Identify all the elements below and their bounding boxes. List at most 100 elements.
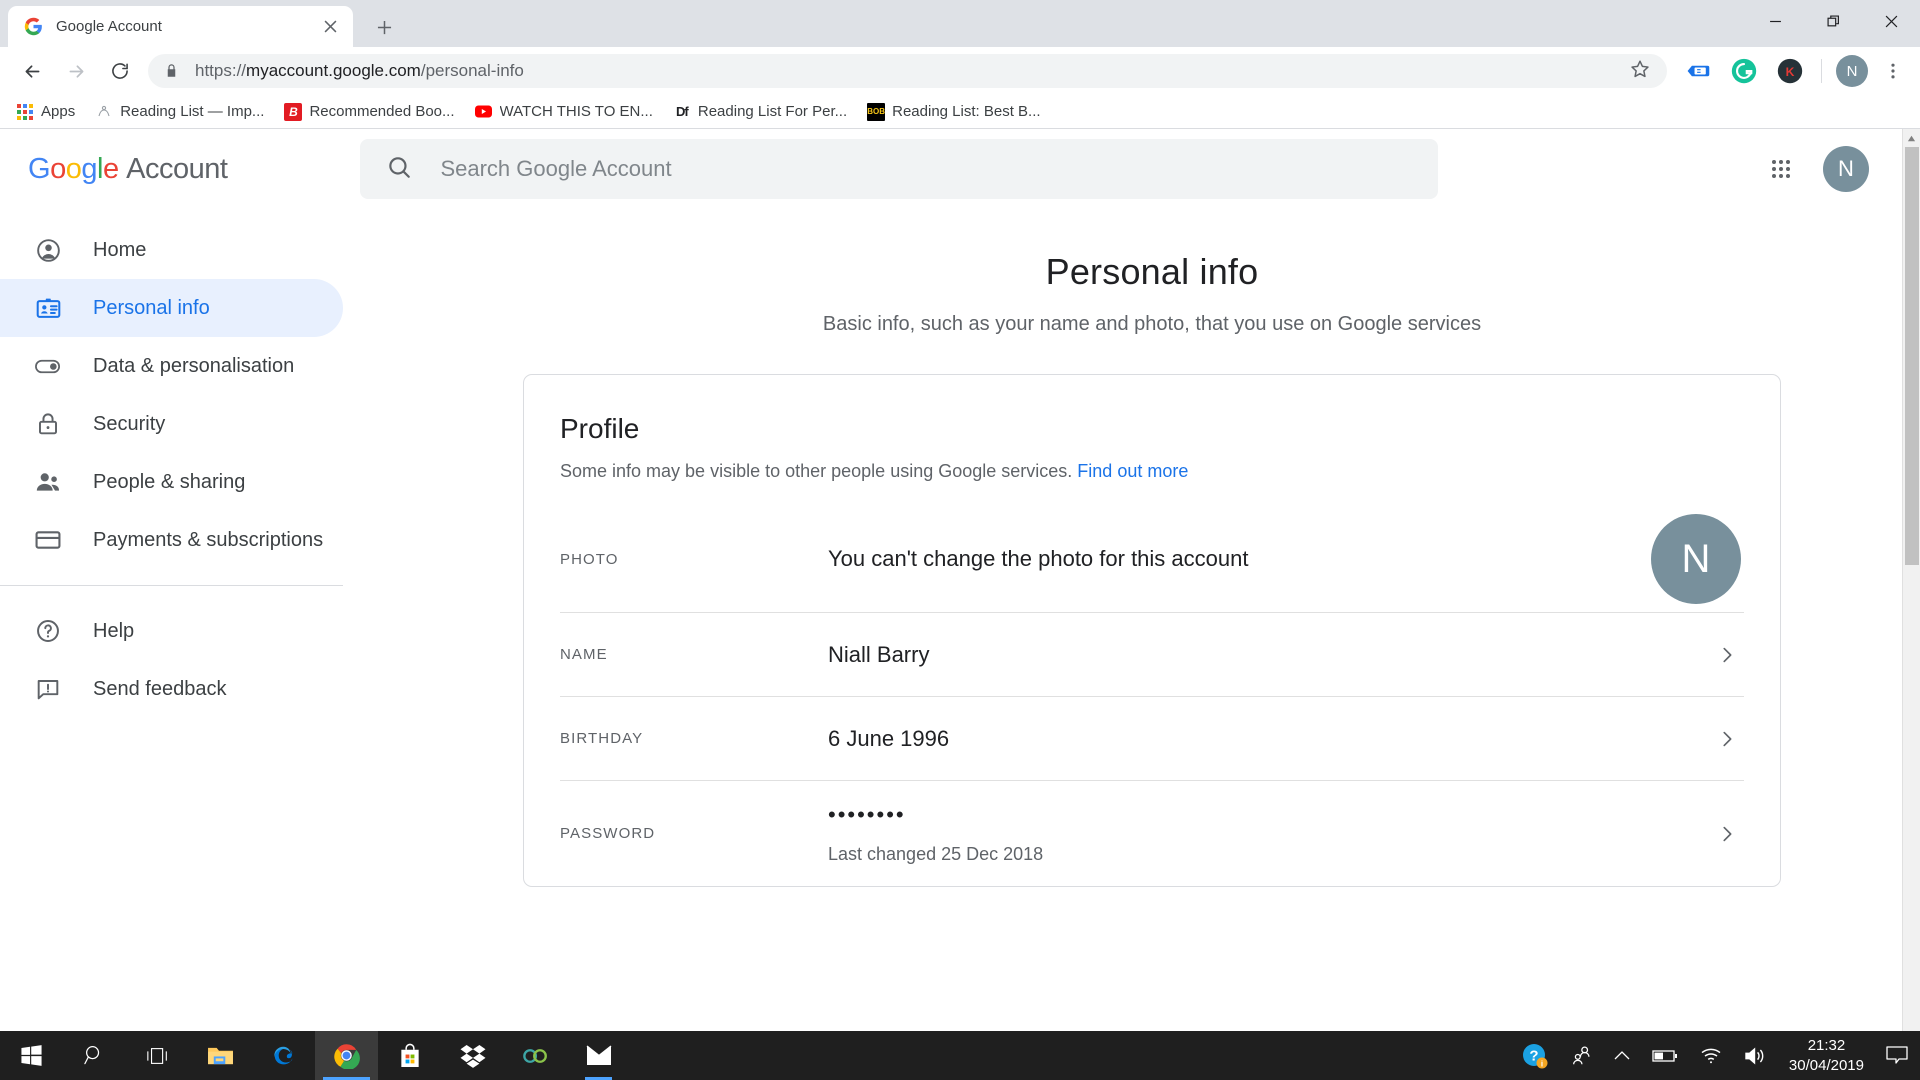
close-icon[interactable] bbox=[1862, 0, 1920, 42]
apps-grid-icon bbox=[16, 103, 34, 121]
row-name[interactable]: NAME Niall Barry bbox=[560, 612, 1744, 696]
sidebar-item-label: Help bbox=[93, 619, 135, 642]
notification-icon[interactable] bbox=[1878, 1046, 1916, 1065]
tab-title: Google Account bbox=[56, 18, 162, 35]
sidebar-item-label: Home bbox=[93, 238, 147, 261]
bookmark-watch-this[interactable]: WATCH THIS TO EN... bbox=[467, 99, 661, 125]
forward-arrow-icon[interactable] bbox=[59, 54, 93, 88]
svg-text:K: K bbox=[1786, 65, 1795, 79]
row-birthday[interactable]: BIRTHDAY 6 June 1996 bbox=[560, 696, 1744, 780]
google-account-logo[interactable]: Google Account bbox=[28, 152, 228, 186]
search-placeholder: Search Google Account bbox=[440, 156, 672, 181]
logo-g2: g bbox=[81, 152, 97, 185]
back-arrow-icon[interactable] bbox=[15, 54, 49, 88]
generic-site-icon bbox=[95, 103, 113, 121]
search-button[interactable] bbox=[63, 1031, 126, 1080]
address-bar[interactable]: https://myaccount.google.com/personal-in… bbox=[148, 54, 1667, 88]
dropbox-button[interactable] bbox=[441, 1031, 504, 1080]
scroll-up-arrow-icon[interactable] bbox=[1903, 129, 1920, 147]
microsoft-store-button[interactable] bbox=[378, 1031, 441, 1080]
browser-toolbar: https://myaccount.google.com/personal-in… bbox=[0, 47, 1920, 95]
row-value: You can't change the photo for this acco… bbox=[828, 546, 1249, 571]
bookmark-apps[interactable]: Apps bbox=[8, 99, 83, 125]
sidebar-item-label: Payments & subscriptions bbox=[93, 528, 324, 551]
new-tab-button[interactable] bbox=[367, 10, 401, 44]
row-label: PHOTO bbox=[560, 550, 619, 568]
browser-tab[interactable]: Google Account bbox=[8, 6, 353, 47]
mail-button[interactable] bbox=[567, 1031, 630, 1080]
chrome-button[interactable] bbox=[315, 1031, 378, 1080]
file-explorer-button[interactable] bbox=[189, 1031, 252, 1080]
sidebar-item-home[interactable]: Home bbox=[0, 221, 343, 279]
scrollbar-thumb[interactable] bbox=[1905, 147, 1919, 565]
sidebar-item-help[interactable]: Help bbox=[0, 602, 343, 660]
minimize-icon[interactable] bbox=[1746, 0, 1804, 42]
sidebar-item-people-sharing[interactable]: People & sharing bbox=[0, 453, 343, 511]
row-label: NAME bbox=[560, 646, 608, 663]
sidebar-nav: Home Personal info Data & personalisatio… bbox=[0, 209, 420, 1031]
sidebar-item-label: Send feedback bbox=[93, 677, 227, 700]
start-button[interactable] bbox=[0, 1031, 63, 1080]
google-g-icon bbox=[24, 17, 43, 36]
row-value: Niall Barry bbox=[828, 641, 930, 667]
row-photo[interactable]: PHOTO You can't change the photo for thi… bbox=[560, 506, 1744, 612]
card-description-text: Some info may be visible to other people… bbox=[560, 461, 1073, 481]
battery-icon[interactable] bbox=[1641, 1049, 1689, 1063]
google-account-page: Google Account Search Google Account N H… bbox=[0, 129, 1902, 1031]
chevron-up-icon[interactable] bbox=[1603, 1050, 1641, 1061]
edge-button[interactable] bbox=[252, 1031, 315, 1080]
chrome-profile-avatar[interactable]: N bbox=[1836, 55, 1868, 87]
password-masked-value: •••••••• bbox=[828, 802, 906, 827]
chevron-right-icon[interactable] bbox=[1710, 728, 1744, 750]
task-view-button[interactable] bbox=[126, 1031, 189, 1080]
page-scrollbar[interactable] bbox=[1902, 129, 1920, 1031]
bookmark-reading-list-best-b[interactable]: BOB Reading List: Best B... bbox=[859, 99, 1048, 125]
sidebar-item-data-personalisation[interactable]: Data & personalisation bbox=[0, 337, 343, 395]
sidebar-item-personal-info[interactable]: Personal info bbox=[0, 279, 343, 337]
chevron-right-icon[interactable] bbox=[1710, 823, 1744, 845]
wifi-icon[interactable] bbox=[1689, 1047, 1733, 1064]
find-out-more-link[interactable]: Find out more bbox=[1077, 461, 1188, 481]
infinity-app-button[interactable] bbox=[504, 1031, 567, 1080]
sidebar-item-label: Data & personalisation bbox=[93, 354, 295, 377]
search-input[interactable]: Search Google Account bbox=[360, 139, 1439, 199]
bookmark-recommended-books[interactable]: B Recommended Boo... bbox=[276, 99, 462, 125]
sidebar-item-security[interactable]: Security bbox=[0, 395, 343, 453]
chevron-right-icon[interactable] bbox=[1710, 644, 1744, 666]
credit-card-icon bbox=[33, 525, 63, 555]
kebab-menu-icon[interactable] bbox=[1878, 56, 1908, 86]
row-value: 6 June 1996 bbox=[828, 725, 950, 751]
card-description: Some info may be visible to other people… bbox=[560, 461, 1744, 482]
grammarly-icon[interactable] bbox=[1729, 56, 1759, 86]
people-icon[interactable] bbox=[1559, 1045, 1603, 1067]
pocket-tag-icon[interactable] bbox=[1683, 56, 1713, 86]
kami-icon[interactable]: K bbox=[1775, 56, 1805, 86]
sidebar-item-label: Personal info bbox=[93, 296, 210, 319]
logo-product-name: Account bbox=[126, 152, 228, 185]
row-password[interactable]: PASSWORD •••••••• Last changed 25 Dec 20… bbox=[560, 780, 1744, 886]
star-icon[interactable] bbox=[1629, 58, 1655, 84]
help-question-icon[interactable]: ? i bbox=[1511, 1043, 1559, 1069]
account-circle-icon bbox=[33, 235, 63, 265]
bookmark-reading-list-for-per[interactable]: Df Reading List For Per... bbox=[665, 99, 855, 125]
profile-photo-avatar: N bbox=[1651, 514, 1741, 604]
apps-grid-icon[interactable] bbox=[1761, 149, 1801, 189]
profile-card: Profile Some info may be visible to othe… bbox=[523, 374, 1781, 887]
feedback-icon bbox=[33, 674, 63, 704]
reload-icon[interactable] bbox=[103, 54, 137, 88]
tab-close-icon[interactable] bbox=[319, 16, 341, 38]
restore-icon[interactable] bbox=[1804, 0, 1862, 42]
window-controls bbox=[1746, 0, 1920, 47]
account-avatar[interactable]: N bbox=[1823, 146, 1869, 192]
clock-date: 30/04/2019 bbox=[1788, 1056, 1864, 1074]
taskbar-clock[interactable]: 21:32 30/04/2019 bbox=[1779, 1036, 1878, 1076]
windows-taskbar: ? i 21:32 30/04/2019 bbox=[0, 1031, 1920, 1080]
volume-icon[interactable] bbox=[1733, 1046, 1779, 1066]
main-content: Personal info Basic info, such as your n… bbox=[420, 209, 1902, 1031]
sidebar-item-send-feedback[interactable]: Send feedback bbox=[0, 660, 343, 718]
bookmark-label: Reading List — Imp... bbox=[120, 103, 265, 120]
clock-time: 21:32 bbox=[1807, 1036, 1846, 1054]
bookmark-reading-list-imp[interactable]: Reading List — Imp... bbox=[87, 99, 272, 125]
sidebar-item-payments-subscriptions[interactable]: Payments & subscriptions bbox=[0, 511, 343, 569]
row-label: PASSWORD bbox=[560, 825, 656, 842]
